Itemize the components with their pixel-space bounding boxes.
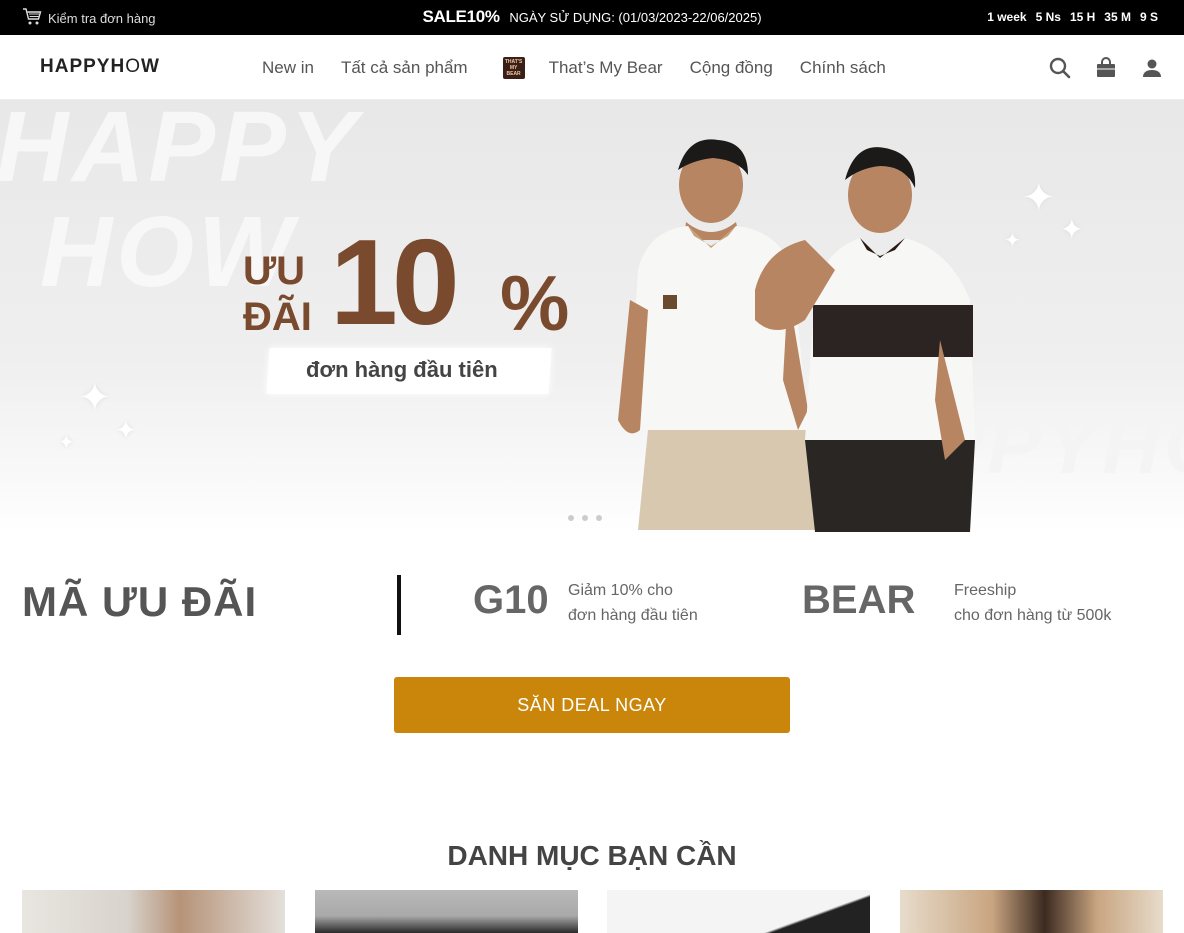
- countdown-hours: 15 H: [1069, 10, 1096, 24]
- nav-item-all-products[interactable]: Tất cả sản phẩm: [341, 58, 468, 78]
- countdown-minutes: 35 M: [1104, 10, 1131, 24]
- countdown-timer: 1 week 5 Ns 15 H 35 M 9 S: [987, 10, 1158, 24]
- site-logo[interactable]: HAPPYHOW: [40, 56, 160, 78]
- bear-badge-icon[interactable]: THAT'S MY BEAR: [502, 57, 525, 79]
- sparkle-icon: ✦: [1004, 230, 1021, 252]
- promo-codes-title: MÃ ƯU ĐÃI: [22, 578, 258, 625]
- countdown-days: 5 Ns: [1035, 10, 1061, 24]
- countdown-seconds: 9 S: [1139, 10, 1158, 24]
- carousel-dot[interactable]: [568, 515, 574, 521]
- usage-date-text: NGÀY SỬ DỤNG: (01/03/2023-22/06/2025): [509, 10, 762, 25]
- hero-banner[interactable]: HAPPY HOW PPYHO ƯU ĐÃI 10 % đơn hàng đầu…: [0, 100, 1184, 532]
- nav-item-new-in[interactable]: New in: [262, 58, 314, 78]
- category-card[interactable]: [315, 890, 578, 933]
- sparkle-icon: ✦: [1060, 214, 1084, 245]
- site-header: HAPPYHOW New in Tất cả sản phẩm THAT'S MY…: [0, 35, 1184, 100]
- promo-code-bear-desc: Freeship cho đơn hàng từ 500k: [954, 582, 1112, 624]
- category-card[interactable]: [607, 890, 870, 933]
- hero-big-number: 10: [330, 214, 460, 350]
- user-account-icon[interactable]: [1140, 56, 1164, 80]
- top-announcement-bar: Kiểm tra đơn hàng SALE10% NGÀY SỬ DỤNG: …: [0, 0, 1184, 35]
- category-section-title: DANH MỤC BẠN CẦN: [447, 840, 737, 871]
- category-card[interactable]: [900, 890, 1163, 933]
- promo-code-bear[interactable]: BEAR: [802, 578, 915, 623]
- promo-code-g10-desc: Giảm 10% cho đơn hàng đầu tiên: [568, 582, 698, 624]
- hero-uu-dai: ƯU ĐÃI: [243, 249, 312, 339]
- sparkle-icon: ✦: [1022, 176, 1056, 220]
- hunt-deal-button[interactable]: SĂN DEAL NGAY: [394, 677, 790, 733]
- sparkle-icon: ✦: [78, 376, 112, 420]
- hero-subtitle: đơn hàng đầu tiên: [306, 357, 498, 382]
- sale-label: SALE10%: [422, 7, 500, 26]
- shopping-bag-icon[interactable]: [1094, 56, 1118, 80]
- nav-item-policy[interactable]: Chính sách: [800, 58, 886, 78]
- sparkle-icon: ✦: [58, 432, 75, 454]
- sparkle-icon: ✦: [115, 415, 137, 445]
- carousel-dots: [568, 515, 602, 521]
- header-icons: [1048, 56, 1164, 80]
- promo-codes-section: MÃ ƯU ĐÃI G10 Giảm 10% cho đơn hàng đầu …: [0, 570, 1184, 640]
- main-nav: New in Tất cả sản phẩm THAT'S MY BEAR That…: [262, 57, 913, 79]
- nav-item-community[interactable]: Cộng đồng: [690, 58, 773, 78]
- category-card[interactable]: [22, 890, 285, 933]
- carousel-dot[interactable]: [582, 515, 588, 521]
- nav-item-thats-my-bear[interactable]: That’s My Bear: [549, 58, 663, 78]
- search-icon[interactable]: [1048, 56, 1072, 80]
- hero-model-image: [755, 147, 975, 532]
- hero-percent: %: [500, 259, 570, 347]
- promo-code-g10[interactable]: G10: [473, 578, 549, 623]
- watermark-happy: HAPPY: [0, 100, 361, 203]
- carousel-dot[interactable]: [596, 515, 602, 521]
- divider: [397, 575, 401, 635]
- countdown-weeks: 1 week: [987, 10, 1027, 24]
